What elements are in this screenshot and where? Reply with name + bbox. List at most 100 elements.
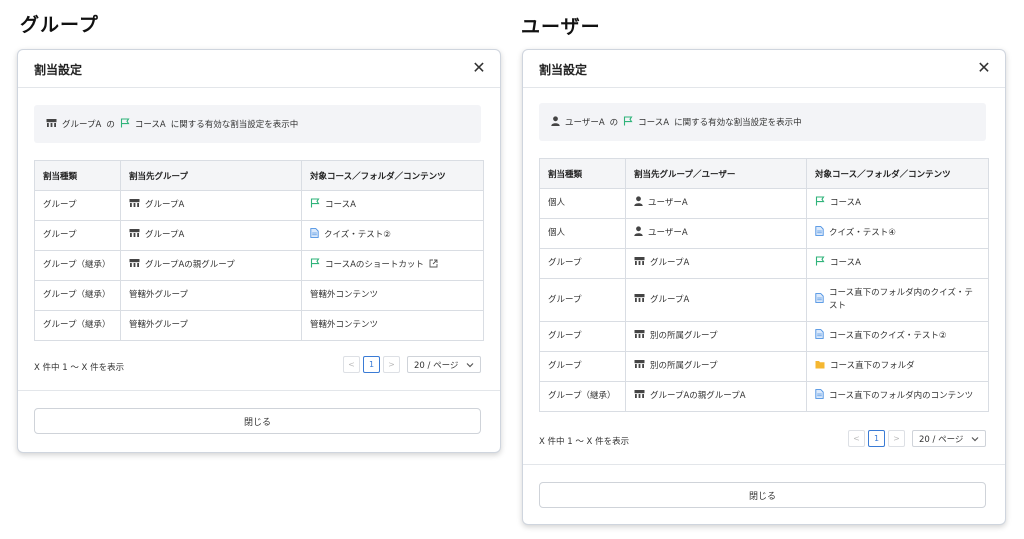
user-section-title: ユーザー bbox=[521, 16, 601, 38]
type-text: グループ bbox=[548, 294, 582, 305]
target-text: グループA bbox=[145, 230, 185, 240]
type-text: 個人 bbox=[548, 198, 566, 208]
group-icon bbox=[634, 293, 645, 308]
object-text: コースA bbox=[830, 258, 861, 268]
folder-icon bbox=[815, 360, 825, 374]
object-text: コースA bbox=[830, 198, 861, 208]
pagination-bar: X 件中 1 ～ X 件を表示 < 1 > 20 / ページ bbox=[34, 356, 481, 376]
page-size-select[interactable]: 20 / ページ bbox=[407, 356, 481, 373]
close-button[interactable]: 閉じる bbox=[539, 482, 986, 508]
col-header-object: 対象コース／フォルダ／コンテンツ bbox=[806, 158, 989, 189]
object-text: コースA bbox=[325, 200, 356, 210]
cell-target: グループA bbox=[120, 220, 302, 251]
range-text: X 件中 1 ～ X 件を表示 bbox=[539, 437, 630, 447]
page-1-button[interactable]: 1 bbox=[363, 356, 380, 373]
cell-type: グループ bbox=[34, 190, 121, 221]
next-page-button[interactable]: > bbox=[383, 356, 400, 373]
type-text: グループ bbox=[43, 200, 77, 210]
chevron-down-icon bbox=[466, 362, 474, 367]
close-button[interactable]: 閉じる bbox=[34, 408, 481, 434]
target-text: 別の所属グループ bbox=[650, 361, 718, 371]
cell-object: 管轄外コンテンツ bbox=[301, 310, 484, 341]
user-icon bbox=[634, 196, 643, 211]
close-icon[interactable]: ✕ bbox=[470, 59, 488, 77]
cell-type: 個人 bbox=[539, 188, 626, 219]
group-section-title: グループ bbox=[20, 14, 99, 36]
cell-type: グループ bbox=[539, 248, 626, 279]
object-text: コース直下のフォルダ内のコンテンツ bbox=[829, 391, 974, 401]
document-icon bbox=[815, 329, 824, 344]
info-banner: ユーザーA の コースA に関する有効な割当設定を表示中 bbox=[539, 103, 986, 141]
target-text: グループAの親グループA bbox=[650, 391, 746, 401]
external-link-icon[interactable] bbox=[429, 259, 438, 273]
cell-object: コースA bbox=[301, 190, 484, 221]
page-1-button[interactable]: 1 bbox=[868, 430, 885, 447]
footer-divider bbox=[18, 390, 500, 391]
cell-target: グループAの親グループA bbox=[625, 381, 807, 412]
type-text: 個人 bbox=[548, 228, 566, 238]
page-size-select[interactable]: 20 / ページ bbox=[912, 430, 986, 447]
cell-target: ユーザーA bbox=[625, 188, 807, 219]
close-icon[interactable]: ✕ bbox=[975, 59, 993, 77]
assignment-table: 割当種類 割当先グループ／ユーザー 対象コース／フォルダ／コンテンツ 個人 ユーザ… bbox=[539, 158, 989, 412]
user-icon bbox=[551, 115, 560, 129]
group-icon bbox=[129, 228, 140, 243]
cell-target: 管轄外グループ bbox=[120, 310, 302, 341]
group-assignment-dialog: 割当設定 ✕ グループA の コースA に関する有効な割当設定を表示中 割当種類… bbox=[17, 49, 501, 453]
chevron-down-icon bbox=[971, 436, 979, 441]
type-text: グループ bbox=[548, 258, 582, 268]
cell-type: グループ bbox=[34, 220, 121, 251]
table-row: 個人 ユーザーA クイズ・テスト④ bbox=[539, 218, 989, 249]
dialog-header: 割当設定 ✕ bbox=[523, 50, 1005, 88]
target-text: ユーザーA bbox=[648, 198, 688, 208]
next-page-button[interactable]: > bbox=[888, 430, 905, 447]
cell-type: グループ（継承） bbox=[34, 280, 121, 311]
course-flag-icon bbox=[120, 117, 130, 131]
target-text: グループA bbox=[650, 258, 690, 268]
assignment-table: 割当種類 割当先グループ 対象コース／フォルダ／コンテンツ グループ グループA コ… bbox=[34, 160, 484, 341]
cell-object: コース直下のフォルダ内のクイズ・テスト bbox=[806, 278, 989, 322]
info-subject: グループA bbox=[62, 120, 102, 130]
type-text: グループ bbox=[43, 230, 77, 240]
target-text: グループA bbox=[650, 294, 690, 305]
dialog-title: 割当設定 bbox=[539, 63, 588, 77]
type-text: グループ（継承） bbox=[548, 391, 616, 401]
info-of: の bbox=[609, 118, 619, 128]
info-subject: ユーザーA bbox=[565, 118, 605, 128]
table-row: グループ（継承） 管轄外グループ 管轄外コンテンツ bbox=[34, 310, 484, 341]
cell-object: コース直下のフォルダ内のコンテンツ bbox=[806, 381, 989, 412]
target-text: 管轄外グループ bbox=[129, 320, 188, 330]
info-course: コースA bbox=[638, 118, 670, 128]
cell-object: コースA bbox=[806, 248, 989, 279]
dialog-header: 割当設定 ✕ bbox=[18, 50, 500, 88]
group-icon bbox=[634, 329, 645, 344]
cell-object: コース直下のクイズ・テスト② bbox=[806, 321, 989, 352]
info-course: コースA bbox=[134, 120, 166, 130]
info-of: の bbox=[106, 120, 115, 130]
table-row: グループ 別の所属グループ コース直下のフォルダ bbox=[539, 351, 989, 382]
document-icon bbox=[815, 389, 824, 404]
table-row: 個人 ユーザーA コースA bbox=[539, 188, 989, 219]
pager: < 1 > 20 / ページ bbox=[343, 356, 481, 373]
cell-object: コースA bbox=[806, 188, 989, 219]
course-flag-icon bbox=[623, 115, 633, 129]
cell-type: 個人 bbox=[539, 218, 626, 249]
prev-page-button[interactable]: < bbox=[343, 356, 360, 373]
table-row: グループ グループA コース直下のフォルダ内のクイズ・テスト bbox=[539, 278, 989, 322]
type-text: グループ bbox=[548, 361, 582, 371]
prev-page-button[interactable]: < bbox=[848, 430, 865, 447]
target-text: ユーザーA bbox=[648, 228, 688, 238]
group-icon bbox=[634, 359, 645, 374]
type-text: グループ（継承） bbox=[43, 260, 111, 270]
cell-object: コースAのショートカット bbox=[301, 250, 484, 281]
course-flag-icon bbox=[310, 198, 320, 213]
cell-type: グループ bbox=[539, 321, 626, 352]
object-text: コース直下のフォルダ bbox=[830, 361, 915, 371]
type-text: グループ bbox=[548, 331, 582, 341]
pager: < 1 > 20 / ページ bbox=[848, 430, 986, 447]
target-text: グループA bbox=[145, 200, 185, 210]
document-icon bbox=[310, 228, 319, 243]
type-text: グループ（継承） bbox=[43, 320, 111, 330]
info-rest: に関する有効な割当設定を表示中 bbox=[674, 118, 802, 128]
cell-target: グループA bbox=[625, 248, 807, 279]
